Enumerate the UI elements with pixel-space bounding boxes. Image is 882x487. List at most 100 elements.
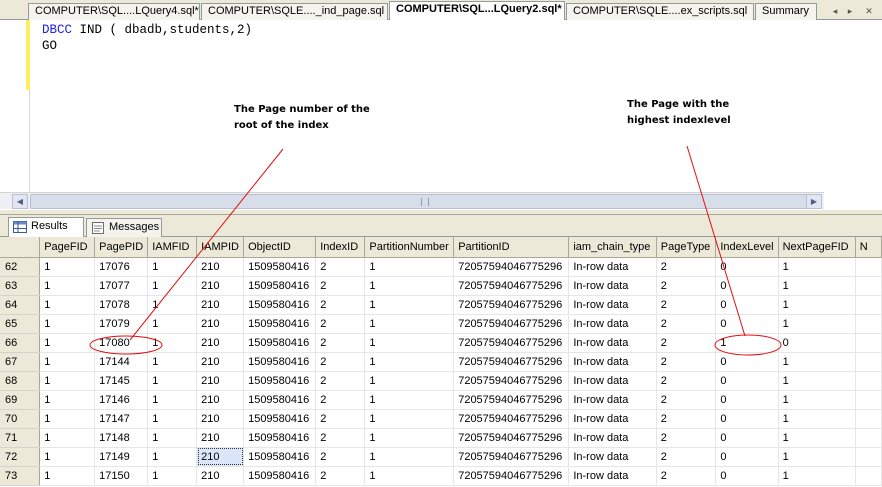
scroll-left-icon[interactable]: ◀ (12, 194, 28, 209)
grid-cell[interactable] (855, 428, 882, 448)
grid-corner[interactable] (0, 237, 41, 258)
grid-cell[interactable]: 72057594046775296 (453, 428, 570, 448)
grid-cell[interactable]: 0 (715, 409, 779, 429)
grid-cell[interactable]: 17077 (94, 276, 149, 296)
grid-cell[interactable]: 2 (315, 295, 366, 315)
grid-cell[interactable] (855, 390, 882, 410)
grid-cell[interactable]: 1 (147, 447, 198, 467)
grid-cell[interactable]: 1509580416 (243, 333, 317, 353)
grid-cell[interactable]: 1 (147, 295, 198, 315)
grid-cell[interactable]: 2 (315, 314, 366, 334)
grid-cell[interactable]: 1 (147, 371, 198, 391)
grid-cell[interactable]: In-row data (568, 257, 657, 277)
row-number[interactable]: 63 (0, 276, 41, 296)
grid-cell[interactable]: 2 (656, 466, 717, 486)
row-number[interactable]: 70 (0, 409, 41, 429)
grid-cell[interactable]: 0 (715, 314, 779, 334)
grid-cell[interactable]: 2 (315, 257, 366, 277)
row-number[interactable]: 66 (0, 333, 41, 353)
grid-cell[interactable]: 1 (364, 466, 455, 486)
row-number[interactable]: 62 (0, 257, 41, 277)
tab-close-icon[interactable]: ✕ (862, 4, 876, 18)
table-row[interactable]: 69 1 17146 1 210 1509580416 2 1 7205759404677529… (0, 390, 882, 410)
table-row[interactable]: 68 1 17145 1 210 1509580416 2 1 7205759404677529… (0, 371, 882, 391)
table-row[interactable]: 62 1 17076 1 210 1509580416 2 1 7205759404677529… (0, 257, 882, 277)
grid-cell[interactable]: 1509580416 (243, 428, 317, 448)
grid-cell[interactable]: 17076 (94, 257, 149, 277)
grid-cell[interactable]: 2 (315, 428, 366, 448)
results-grid[interactable]: PageFID PagePID IAMFID IAMPID ObjectID I… (0, 237, 882, 487)
column-header[interactable]: iam_chain_type (568, 237, 657, 258)
grid-cell[interactable]: 17150 (94, 466, 149, 486)
grid-cell[interactable]: 1 (39, 371, 96, 391)
grid-cell[interactable]: 1 (364, 409, 455, 429)
grid-cell[interactable] (855, 371, 882, 391)
grid-cell[interactable]: 1 (778, 371, 856, 391)
grid-cell[interactable]: 72057594046775296 (453, 257, 570, 277)
grid-cell[interactable]: 17079 (94, 314, 149, 334)
table-row[interactable]: 65 1 17079 1 210 1509580416 2 1 7205759404677529… (0, 314, 882, 334)
grid-cell[interactable]: 2 (315, 390, 366, 410)
grid-cell[interactable]: 1 (147, 466, 198, 486)
table-row[interactable]: 64 1 17078 1 210 1509580416 2 1 7205759404677529… (0, 295, 882, 315)
row-number[interactable]: 69 (0, 390, 41, 410)
grid-cell[interactable]: 17080 (94, 333, 149, 353)
table-row[interactable]: 66 1 17080 1 210 1509580416 2 1 7205759404677529… (0, 333, 882, 353)
column-header[interactable]: IAMFID (147, 237, 198, 258)
grid-cell[interactable]: 210 (196, 428, 245, 448)
grid-cell[interactable]: 72057594046775296 (453, 371, 570, 391)
column-header[interactable]: IndexLevel (715, 237, 779, 258)
grid-cell[interactable]: 1509580416 (243, 447, 317, 467)
grid-cell[interactable]: 72057594046775296 (453, 409, 570, 429)
grid-cell[interactable]: 2 (656, 447, 717, 467)
grid-cell[interactable] (855, 333, 882, 353)
column-header[interactable]: PagePID (94, 237, 149, 258)
grid-cell[interactable]: 1 (147, 276, 198, 296)
grid-cell[interactable]: 1 (778, 447, 856, 467)
tab-results[interactable]: Results (8, 217, 84, 238)
grid-cell[interactable]: 210 (196, 314, 245, 334)
grid-cell[interactable]: 1 (147, 314, 198, 334)
row-number[interactable]: 71 (0, 428, 41, 448)
grid-cell[interactable]: 72057594046775296 (453, 390, 570, 410)
grid-cell[interactable]: 2 (656, 314, 717, 334)
grid-cell[interactable]: 1 (39, 409, 96, 429)
grid-cell[interactable]: 1 (364, 276, 455, 296)
table-row[interactable]: 63 1 17077 1 210 1509580416 2 1 7205759404677529… (0, 276, 882, 296)
table-row[interactable]: 67 1 17144 1 210 1509580416 2 1 7205759404677529… (0, 352, 882, 372)
table-row[interactable]: 72 1 17149 1 210 1509580416 2 1 7205759404677529… (0, 447, 882, 467)
grid-cell[interactable]: 17147 (94, 409, 149, 429)
grid-cell[interactable]: 1 (364, 371, 455, 391)
grid-cell[interactable] (855, 352, 882, 372)
grid-cell[interactable]: 0 (778, 333, 856, 353)
row-number[interactable]: 67 (0, 352, 41, 372)
grid-cell[interactable]: 1509580416 (243, 390, 317, 410)
grid-cell[interactable]: 72057594046775296 (453, 466, 570, 486)
grid-cell[interactable]: 2 (656, 295, 717, 315)
grid-cell[interactable]: 1 (364, 333, 455, 353)
grid-cell[interactable]: 1509580416 (243, 371, 317, 391)
grid-cell[interactable]: 1 (778, 295, 856, 315)
grid-cell[interactable]: 1509580416 (243, 295, 317, 315)
grid-cell[interactable]: 210 (196, 257, 245, 277)
grid-cell[interactable]: 1 (39, 466, 96, 486)
column-header[interactable]: PartitionNumber (364, 237, 455, 258)
grid-cell[interactable]: 1 (39, 447, 96, 467)
grid-cell[interactable] (855, 314, 882, 334)
tab-ex-scripts[interactable]: COMPUTER\SQLE....ex_scripts.sql (566, 3, 754, 20)
grid-cell[interactable] (855, 409, 882, 429)
grid-cell[interactable] (855, 466, 882, 486)
grid-cell[interactable]: 0 (715, 371, 779, 391)
column-header[interactable]: PartitionID (453, 237, 570, 258)
grid-cell[interactable]: 210 (196, 466, 245, 486)
grid-cell[interactable]: 17148 (94, 428, 149, 448)
grid-cell[interactable]: 0 (715, 352, 779, 372)
grid-cell[interactable] (855, 276, 882, 296)
grid-cell[interactable]: 2 (315, 409, 366, 429)
grid-cell[interactable]: 72057594046775296 (453, 314, 570, 334)
grid-cell[interactable]: 1 (778, 428, 856, 448)
table-row[interactable]: 73 1 17150 1 210 1509580416 2 1 7205759404677529… (0, 466, 882, 486)
grid-cell[interactable]: In-row data (568, 390, 657, 410)
grid-cell[interactable]: 72057594046775296 (453, 352, 570, 372)
grid-cell[interactable]: 1 (364, 390, 455, 410)
